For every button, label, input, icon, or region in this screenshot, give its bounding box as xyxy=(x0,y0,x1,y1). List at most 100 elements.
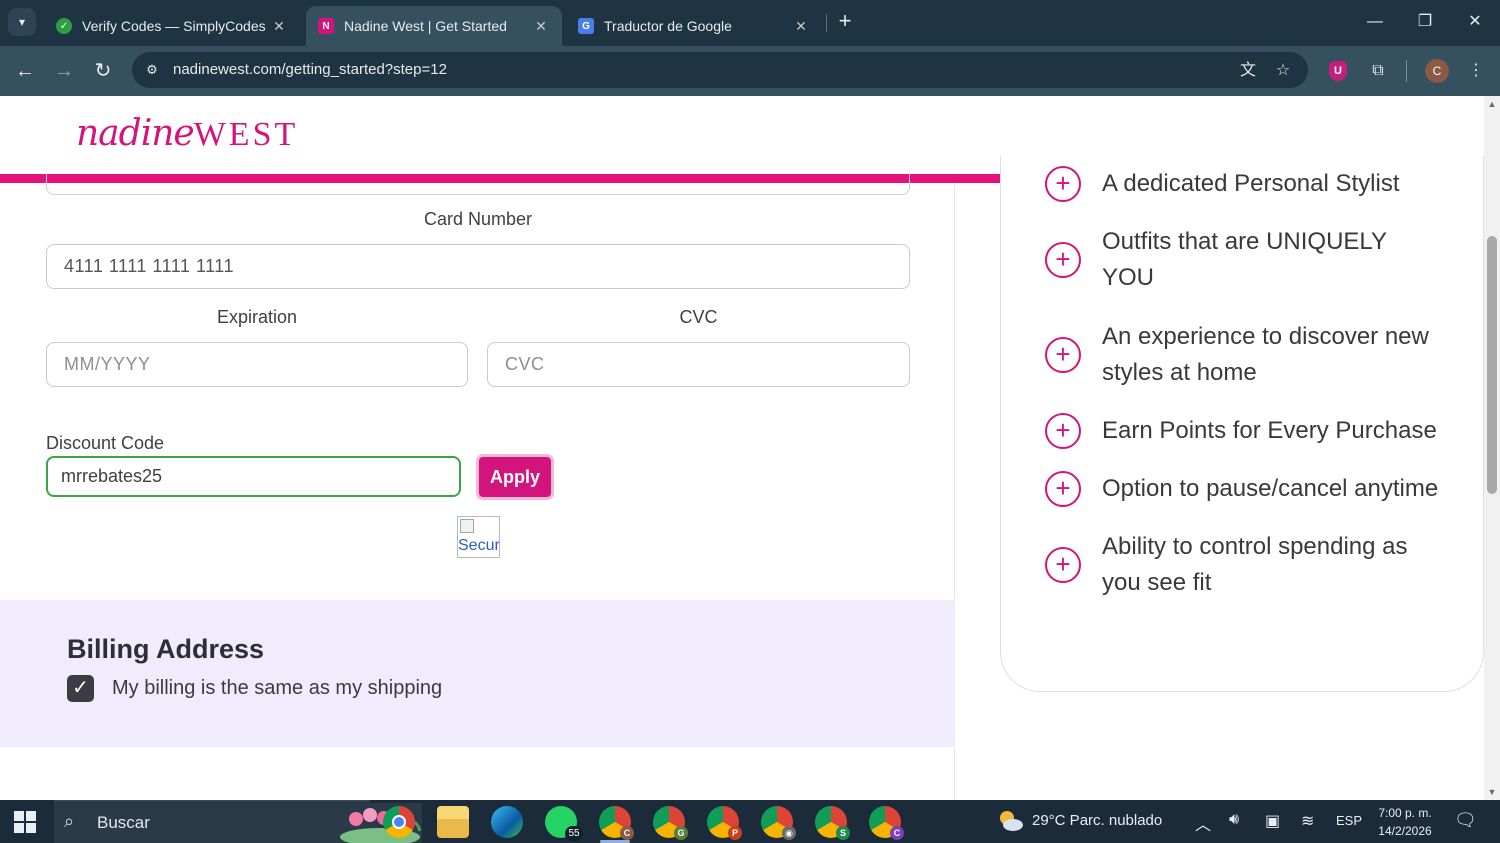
taskbar-chrome-profile-p-icon[interactable]: P xyxy=(707,806,742,840)
logo-script-text: nadine xyxy=(76,113,195,154)
scroll-up-arrow-icon[interactable]: ▲ xyxy=(1484,96,1500,112)
profile-initial: C xyxy=(1432,64,1442,78)
tab-separator xyxy=(826,14,827,32)
clock-date: 14/2/2026 xyxy=(1378,824,1432,838)
taskbar-chrome-profile-g-icon[interactable]: G xyxy=(653,806,688,840)
benefit-text: An experience to discover new styles at … xyxy=(1102,323,1429,386)
plus-circle-icon: + xyxy=(1045,413,1081,449)
extensions-puzzle-icon[interactable]: ⧉ xyxy=(1365,58,1391,84)
scrollbar-thumb[interactable] xyxy=(1487,236,1497,494)
previous-input-edge xyxy=(46,173,910,195)
forward-button[interactable]: → xyxy=(49,56,79,86)
address-bar[interactable]: ⚙ nadinewest.com/getting_started?step=12… xyxy=(132,52,1308,88)
close-tab-icon[interactable]: ✕ xyxy=(792,18,810,35)
notifications-icon[interactable]: 🗨︎ xyxy=(1454,810,1477,831)
plus-circle-icon: + xyxy=(1045,547,1081,583)
wifi-icon[interactable]: ≋ xyxy=(1301,811,1314,831)
search-placeholder: Buscar xyxy=(97,813,150,832)
cvc-label: CVC xyxy=(679,307,718,327)
billing-address-title: Billing Address xyxy=(67,634,265,664)
benefits-panel: + A dedicated Personal Stylist + Outfits… xyxy=(1000,156,1484,692)
taskbar-file-explorer-icon[interactable] xyxy=(437,806,469,838)
card-number-input[interactable]: 4111 1111 1111 1111 xyxy=(46,244,910,289)
taskbar-search-box[interactable]: ⌕ Buscar xyxy=(54,800,422,843)
logo-caps-text: WEST xyxy=(193,116,299,153)
taskbar-edge-icon[interactable] xyxy=(491,806,523,838)
browser-toolbar: ← → ↻ ⚙ nadinewest.com/getting_started?s… xyxy=(0,46,1500,96)
close-tab-icon[interactable]: ✕ xyxy=(270,18,288,35)
back-button[interactable]: ← xyxy=(10,56,40,86)
billing-address-section: Billing Address ✓ My billing is the same… xyxy=(0,600,955,747)
taskbar-chrome-icon[interactable] xyxy=(383,806,415,838)
toolbar-separator xyxy=(1406,60,1407,82)
windows-taskbar: ⌕ Buscar 55 C G P ◉ S C 29°C Parc. nubla… xyxy=(0,800,1500,843)
chevron-down-icon: ▾ xyxy=(18,15,26,29)
taskbar-chrome-profile-c-icon[interactable]: C xyxy=(599,806,634,840)
page-scrollbar[interactable]: ▲ ▼ xyxy=(1484,96,1500,800)
show-hidden-icons-chevron-icon[interactable]: ︿ xyxy=(1195,811,1211,835)
nadine-west-favicon-icon: N xyxy=(318,18,334,34)
benefit-text: Option to pause/cancel anytime xyxy=(1102,475,1439,502)
checkmark-icon: ✓ xyxy=(72,677,89,699)
input-language-indicator[interactable]: ESP xyxy=(1336,813,1362,828)
benefit-text: Ability to control spending as you see f… xyxy=(1102,533,1408,596)
benefit-text: A dedicated Personal Stylist xyxy=(1102,170,1400,197)
tab-google-translate[interactable]: G Traductor de Google ✕ xyxy=(566,6,822,46)
secure-image-alt-text: Secure xyxy=(458,537,500,554)
benefit-text: Outfits that are UNIQUELY YOU xyxy=(1102,228,1387,291)
profile-avatar[interactable]: C xyxy=(1425,59,1449,83)
whatsapp-notification-badge: 55 xyxy=(565,826,583,841)
extension-shield-icon[interactable]: U xyxy=(1329,61,1347,81)
windows-start-icon[interactable] xyxy=(14,811,38,833)
close-window-button[interactable]: ✕ xyxy=(1460,8,1490,36)
page-viewport: nadineWEST Card Number 4111 1111 1111 11… xyxy=(0,96,1484,800)
taskbar-chrome-profile-c2-icon[interactable]: C xyxy=(869,806,904,840)
weather-partly-cloudy-icon[interactable] xyxy=(996,808,1024,834)
extension-badge: U xyxy=(1334,65,1342,77)
taskbar-chrome-profile-avatar-icon[interactable]: ◉ xyxy=(761,806,796,840)
nadine-west-logo[interactable]: nadineWEST xyxy=(76,112,298,162)
card-number-label: Card Number xyxy=(423,209,533,229)
bookmark-star-icon[interactable]: ☆ xyxy=(1271,59,1295,83)
kebab-menu-icon[interactable]: ⋮ xyxy=(1463,58,1489,84)
same-as-shipping-label[interactable]: My billing is the same as my shipping xyxy=(112,677,442,700)
apply-discount-button[interactable]: Apply xyxy=(476,454,554,500)
checkout-form: Card Number 4111 1111 1111 1111 Expirati… xyxy=(0,173,955,800)
expiration-input[interactable]: MM/YYYY xyxy=(46,342,468,387)
secure-badge-image: Secure xyxy=(457,516,500,558)
tab-nadine-west[interactable]: N Nadine West | Get Started ✕ xyxy=(306,6,562,46)
volume-icon[interactable]: 🔊︎ xyxy=(1229,811,1239,829)
plus-circle-icon: + xyxy=(1045,337,1081,373)
expiration-label: Expiration xyxy=(216,307,298,327)
new-tab-button[interactable]: + xyxy=(832,8,858,36)
site-info-icon[interactable]: ⚙ xyxy=(142,60,162,80)
weather-text[interactable]: 29°C Parc. nublado xyxy=(1032,812,1162,829)
scroll-down-arrow-icon[interactable]: ▼ xyxy=(1484,784,1500,800)
minimize-button[interactable]: — xyxy=(1360,8,1390,36)
google-translate-favicon-icon: G xyxy=(578,18,594,34)
search-icon: ⌕ xyxy=(64,811,75,831)
reload-button[interactable]: ↻ xyxy=(88,56,118,86)
taskbar-whatsapp-icon[interactable]: 55 xyxy=(545,806,583,841)
tab-title: Traductor de Google xyxy=(604,18,732,34)
plus-circle-icon: + xyxy=(1045,166,1081,202)
clock-time: 7:00 p. m. xyxy=(1378,806,1432,820)
meet-now-icon[interactable]: ▣ xyxy=(1265,811,1280,831)
discount-code-input[interactable]: mrrebates25 xyxy=(46,456,461,497)
url-text[interactable]: nadinewest.com/getting_started?step=12 xyxy=(173,61,447,78)
restore-button[interactable]: ❐ xyxy=(1410,8,1440,36)
simplycodes-favicon-icon: ✓ xyxy=(56,18,72,34)
close-tab-icon[interactable]: ✕ xyxy=(532,18,550,35)
taskbar-chrome-profile-s-icon[interactable]: S xyxy=(815,806,850,840)
benefit-text: Earn Points for Every Purchase xyxy=(1102,417,1437,444)
translate-icon[interactable]: 文 xyxy=(1236,59,1260,83)
broken-image-icon xyxy=(460,519,474,533)
tab-search-button[interactable]: ▾ xyxy=(8,8,36,36)
same-as-shipping-checkbox[interactable]: ✓ xyxy=(67,675,94,702)
tab-title: Verify Codes — SimplyCodes xyxy=(82,18,266,34)
tab-simplycodes[interactable]: ✓ Verify Codes — SimplyCodes ✕ xyxy=(44,6,300,46)
taskbar-clock[interactable]: 7:00 p. m. 14/2/2026 xyxy=(1370,804,1440,840)
tab-title: Nadine West | Get Started xyxy=(344,18,507,34)
browser-tab-bar: ▾ ✓ Verify Codes — SimplyCodes ✕ N Nadin… xyxy=(0,0,1500,46)
cvc-input[interactable]: CVC xyxy=(487,342,910,387)
